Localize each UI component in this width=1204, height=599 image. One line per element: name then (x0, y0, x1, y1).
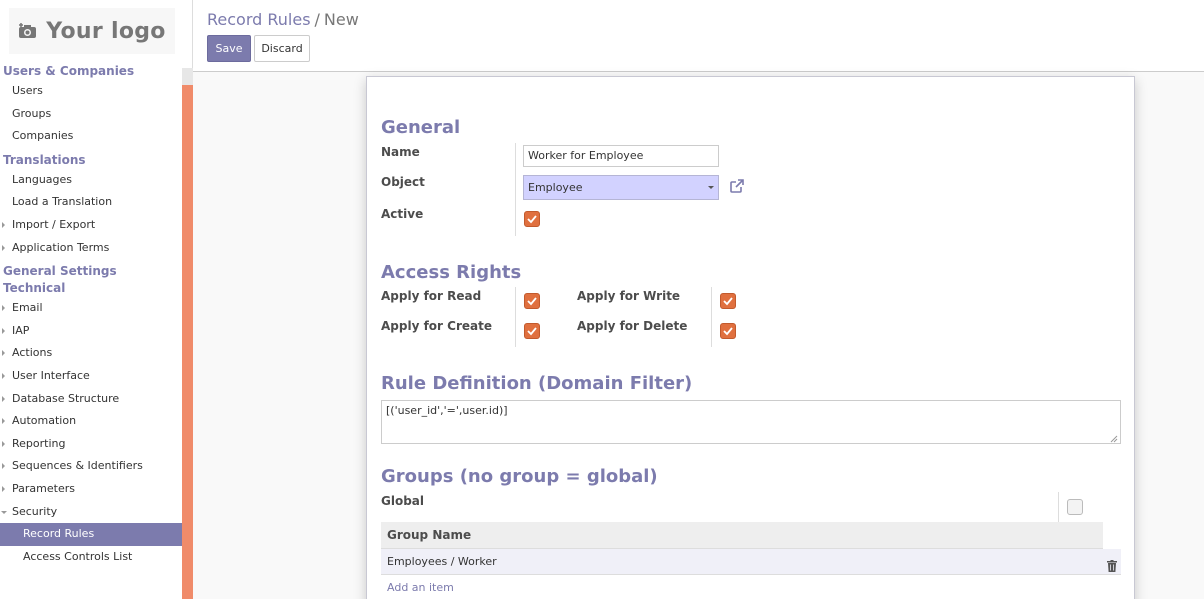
caret-right-icon (2, 395, 5, 402)
object-select-value: Employee (528, 181, 583, 194)
caret-right-icon (2, 440, 5, 447)
external-link-icon[interactable] (729, 178, 745, 194)
camera-icon (18, 23, 38, 39)
menu-item-load-translation[interactable]: Load a Translation (0, 191, 182, 214)
menu-item-record-rules[interactable]: Record Rules (0, 523, 182, 546)
sidebar: Your logo Users & Companies Users Groups… (0, 0, 193, 599)
section-access-rights-title: Access Rights (381, 262, 522, 283)
menu-item-label: User Interface (12, 368, 90, 382)
menu-item-companies[interactable]: Companies (0, 125, 182, 148)
menu-item-label: Actions (12, 346, 53, 360)
groups-table-header[interactable]: Group Name (381, 522, 1103, 549)
discard-button[interactable]: Discard (254, 35, 310, 62)
caret-right-icon (2, 485, 5, 492)
menu-item-actions[interactable]: Actions (0, 342, 182, 365)
apply-create-checkbox[interactable] (524, 323, 540, 339)
active-checkbox[interactable] (524, 211, 540, 227)
add-item-link[interactable]: Add an item (387, 581, 454, 594)
name-field[interactable]: Worker for Employee (523, 145, 719, 167)
caret-right-icon (2, 418, 5, 425)
section-rule-definition-title: Rule Definition (Domain Filter) (381, 373, 693, 394)
apply-delete-checkbox[interactable] (720, 323, 736, 339)
menu-item-automation[interactable]: Automation (0, 410, 182, 433)
global-checkbox[interactable] (1067, 499, 1083, 515)
object-label: Object (381, 175, 425, 189)
apply-create-label: Apply for Create (381, 319, 492, 333)
trash-icon[interactable] (1107, 556, 1117, 572)
menu-section-technical: Technical (3, 281, 66, 296)
menu-item-import-export[interactable]: Import / Export (0, 214, 182, 237)
menu-section-general-settings[interactable]: General Settings (0, 263, 182, 280)
control-panel: Record Rules / New Save Discard (193, 0, 1204, 72)
menu-item-label: IAP (12, 323, 30, 337)
section-groups-title: Groups (no group = global) (381, 466, 658, 487)
caret-right-icon (2, 221, 5, 228)
menu-item-reporting[interactable]: Reporting (0, 433, 182, 456)
section-general-title: General (381, 117, 461, 138)
menu-item-users[interactable]: Users (0, 80, 182, 103)
menu-item-iap[interactable]: IAP (0, 320, 182, 343)
menu-item-label: Email (12, 301, 43, 315)
field-divider (515, 287, 516, 347)
dropdown-caret-icon (708, 186, 714, 189)
resize-grip-icon[interactable] (1110, 433, 1118, 443)
menu-item-label: Database Structure (12, 391, 120, 405)
field-divider (711, 287, 712, 347)
group-name-cell: Employees / Worker (387, 555, 497, 568)
breadcrumb-separator: / (314, 10, 320, 29)
active-label: Active (381, 207, 424, 221)
menu-item-label: Import / Export (12, 217, 96, 231)
global-label: Global (381, 494, 425, 508)
save-button[interactable]: Save (207, 35, 251, 62)
object-select[interactable]: Employee (523, 175, 719, 200)
field-divider (1058, 492, 1059, 522)
menu-item-access-controls-list[interactable]: Access Controls List (0, 546, 182, 569)
apply-read-checkbox[interactable] (524, 293, 540, 309)
menu-item-label: Sequences & Identifiers (12, 459, 143, 473)
caret-right-icon (2, 327, 5, 334)
form-view: General Name Object Active Worker for Em… (193, 72, 1204, 599)
app-menu: Users & Companies Users Groups Companies… (0, 63, 182, 568)
menu-item-parameters[interactable]: Parameters (0, 478, 182, 501)
menu-item-sequences-identifiers[interactable]: Sequences & Identifiers (0, 455, 182, 478)
menu-item-application-terms[interactable]: Application Terms (0, 237, 182, 260)
menu-item-label: Reporting (12, 436, 66, 450)
menu-item-groups[interactable]: Groups (0, 103, 182, 126)
table-row[interactable]: Employees / Worker (381, 549, 1121, 575)
breadcrumb: Record Rules / New (207, 10, 359, 29)
apply-write-checkbox[interactable] (720, 293, 736, 309)
scrollbar-thumb[interactable] (182, 68, 193, 85)
menu-item-user-interface[interactable]: User Interface (0, 365, 182, 388)
breadcrumb-current: New (323, 10, 359, 29)
form-sheet: General Name Object Active Worker for Em… (366, 76, 1135, 599)
caret-right-icon (2, 244, 5, 251)
company-logo[interactable]: Your logo (9, 8, 175, 54)
menu-item-label: Automation (12, 414, 77, 428)
caret-right-icon (2, 372, 5, 379)
menu-item-languages[interactable]: Languages (0, 169, 182, 192)
menu-item-label: Application Terms (12, 240, 110, 254)
menu-section-translations: Translations (3, 152, 86, 167)
name-label: Name (381, 145, 420, 159)
menu-section-users-companies: Users & Companies (3, 64, 135, 78)
menu-item-label: Parameters (12, 481, 75, 495)
caret-right-icon (2, 463, 5, 470)
caret-down-icon (1, 510, 7, 514)
menu-item-email[interactable]: Email (0, 297, 182, 320)
caret-right-icon (2, 350, 5, 357)
caret-right-icon (2, 305, 5, 312)
breadcrumb-record-rules[interactable]: Record Rules (207, 10, 311, 29)
menu-item-database-structure[interactable]: Database Structure (0, 388, 182, 411)
domain-filter-value: [('user_id','=',user.id)] (386, 404, 508, 417)
domain-filter-textarea[interactable]: [('user_id','=',user.id)] (381, 400, 1121, 444)
apply-delete-label: Apply for Delete (577, 319, 688, 333)
menu-item-label: Security (12, 504, 58, 518)
logo-text: Your logo (46, 18, 166, 44)
apply-read-label: Apply for Read (381, 289, 482, 303)
field-divider (515, 143, 516, 236)
menu-item-security[interactable]: Security (0, 501, 182, 524)
sidebar-scrollbar[interactable] (182, 68, 193, 599)
apply-write-label: Apply for Write (577, 289, 681, 303)
